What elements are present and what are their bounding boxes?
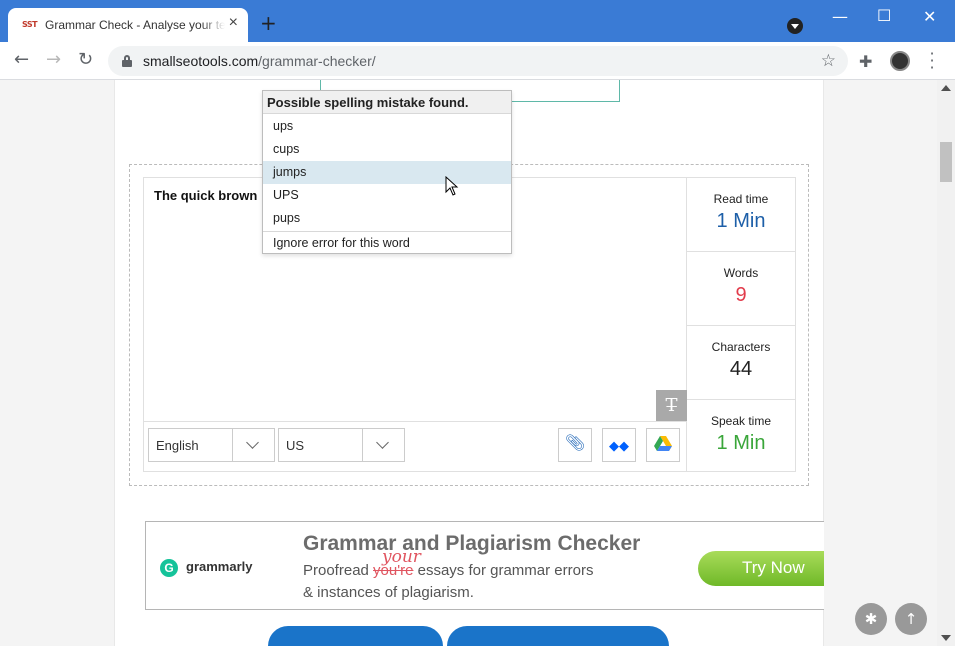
scrollbar-thumb[interactable] [940, 142, 952, 182]
url-text: smallseotools.com/grammar-checker/ [143, 53, 376, 69]
popup-header-text: Possible spelling mistake found. [267, 95, 469, 110]
browser-tab[interactable]: SST Grammar Check - Analyse your text × [8, 8, 248, 42]
tab-search-dropdown-icon[interactable] [787, 18, 803, 34]
try-now-button[interactable]: Try Now [698, 551, 824, 586]
ignore-error-option[interactable]: Ignore error for this word [263, 231, 511, 254]
sst-favicon-icon: SST [22, 20, 38, 29]
suggestion-item[interactable]: ups [263, 115, 511, 138]
grammarly-ad-banner[interactable]: G grammarly Grammar and Plagiarism Check… [145, 521, 824, 610]
vertical-scrollbar[interactable] [937, 80, 955, 646]
blue-action-button[interactable] [268, 626, 443, 646]
read-time-stat: Read time 1 Min [687, 178, 795, 252]
language-select-value: English [156, 438, 199, 453]
characters-label: Characters [711, 340, 771, 354]
spelling-suggestion-popup: Possible spelling mistake found. ups cup… [262, 90, 512, 254]
speak-time-stat: Speak time 1 Min [687, 400, 795, 474]
ad-title: Grammar and Plagiarism Checker [303, 532, 641, 555]
popup-header: Possible spelling mistake found. [263, 91, 511, 114]
maximize-icon[interactable]: ☐ [877, 6, 891, 25]
stats-panel: Read time 1 Min Words 9 Characters 44 Sp… [687, 177, 796, 472]
language-select[interactable]: English [148, 428, 275, 462]
words-stat: Words 9 [687, 252, 795, 326]
attach-file-button[interactable]: 📎︎ [558, 428, 592, 462]
kebab-menu-icon[interactable]: · · · [928, 46, 936, 76]
words-value: 9 [735, 284, 747, 306]
speak-time-value: 1 Min [716, 432, 766, 454]
suggestion-item[interactable]: cups [263, 138, 511, 161]
scroll-down-arrow-icon[interactable] [941, 635, 951, 641]
grammarly-logo-icon: G [160, 559, 178, 577]
window-close-icon[interactable]: ✕ [923, 7, 936, 26]
paperclip-icon: 📎︎ [564, 435, 586, 452]
puzzle-icon[interactable]: ✚ [859, 52, 872, 71]
suggestion-item[interactable]: UPS [263, 184, 511, 207]
suggestion-item[interactable]: pups [263, 207, 511, 230]
google-drive-icon [654, 436, 672, 456]
grammarly-brand: grammarly [186, 559, 253, 574]
editor-controls: English US 📎︎ ◆◆ [144, 421, 686, 471]
bookmark-star-icon[interactable]: ☆ [821, 51, 836, 71]
reload-icon[interactable]: ↻ [78, 51, 93, 69]
variant-select[interactable]: US [278, 428, 405, 462]
tab-title: Grammar Check - Analyse your text [45, 18, 225, 32]
ad-line-2: & instances of plagiarism. [303, 584, 474, 601]
speak-time-label: Speak time [710, 414, 772, 428]
clear-format-icon[interactable]: T̶ [656, 390, 687, 421]
chevron-down-icon[interactable] [362, 429, 404, 461]
browser-toolbar: ← → ↻ smallseotools.com/grammar-checker/… [0, 42, 955, 80]
mouse-pointer-icon [445, 176, 459, 196]
suggestion-item[interactable]: jumps [263, 161, 511, 184]
address-bar[interactable]: smallseotools.com/grammar-checker/ ☆ [108, 46, 848, 76]
read-time-value: 1 Min [716, 210, 766, 232]
scroll-up-arrow-icon[interactable] [941, 85, 951, 91]
words-label: Words [723, 266, 759, 280]
back-arrow-icon[interactable]: ← [14, 51, 29, 69]
new-tab-button[interactable]: + [260, 13, 277, 33]
browser-title-bar: SST Grammar Check - Analyse your text × … [0, 0, 955, 42]
ignore-error-label: Ignore error for this word [273, 236, 410, 250]
read-time-label: Read time [713, 192, 769, 206]
minimize-icon[interactable]: — [832, 7, 848, 26]
arrow-up-icon[interactable]: ↑ [895, 603, 927, 635]
ad-line-1: Proofread you're essays for grammar erro… [303, 562, 594, 579]
characters-stat: Characters 44 [687, 326, 795, 400]
tab-close-icon[interactable]: × [229, 15, 238, 31]
variant-select-value: US [286, 438, 305, 453]
lock-icon [122, 55, 132, 67]
bug-icon[interactable]: ✱ [855, 603, 887, 635]
google-drive-button[interactable] [646, 428, 680, 462]
blue-action-button[interactable] [447, 626, 669, 646]
dropbox-icon: ◆◆ [609, 438, 629, 453]
editor-text[interactable]: The quick brown [154, 188, 257, 203]
dropbox-button[interactable]: ◆◆ [602, 428, 636, 462]
forward-arrow-icon[interactable]: → [46, 51, 61, 69]
chevron-down-icon[interactable] [232, 429, 274, 461]
characters-value: 44 [729, 358, 753, 380]
profile-avatar[interactable] [890, 51, 910, 71]
